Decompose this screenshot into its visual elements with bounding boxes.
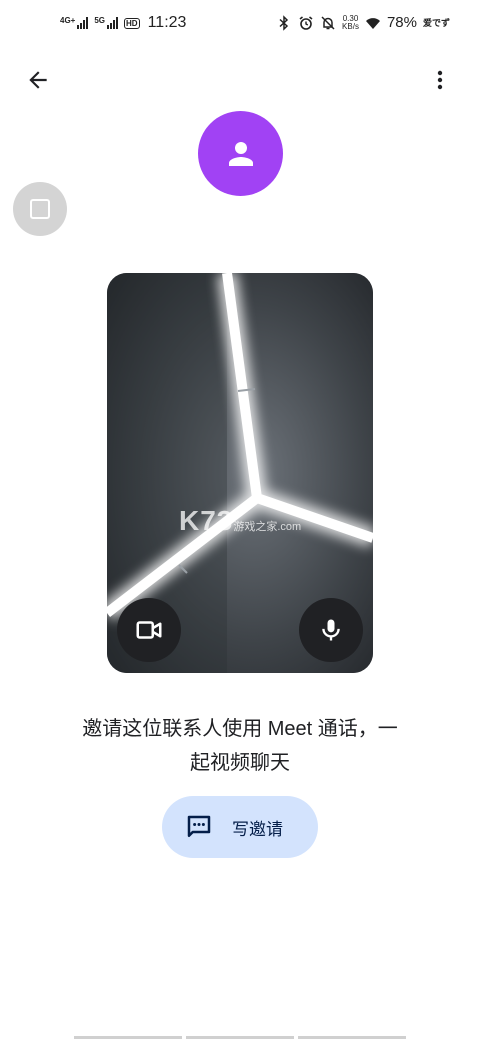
invite-message-line1: 邀请这位联系人使用 Meet 通话，一 bbox=[82, 718, 398, 740]
signal-4g-icon: 4G+ bbox=[60, 16, 89, 29]
net-speed: 0.30 KB/s bbox=[342, 14, 359, 31]
hd-icon: HD bbox=[124, 17, 140, 29]
watermark-main: K73 bbox=[179, 505, 234, 536]
contact-avatar bbox=[198, 111, 283, 196]
notifications-off-icon bbox=[321, 15, 335, 30]
battery-level: 78% bbox=[386, 14, 417, 31]
camera-toggle-button[interactable] bbox=[117, 598, 181, 662]
back-button[interactable] bbox=[20, 62, 56, 98]
carrier-logo: 爱でず bbox=[422, 18, 450, 28]
net2-label: 5G bbox=[94, 16, 106, 25]
status-left: 4G+ 5G HD 11:23 bbox=[60, 14, 186, 32]
bluetooth-icon bbox=[279, 14, 289, 31]
gesture-nav-bar bbox=[0, 1036, 480, 1040]
wifi-icon bbox=[365, 17, 380, 29]
write-invite-button[interactable]: 写邀请 bbox=[162, 796, 318, 858]
net-speed-unit: KB/s bbox=[342, 21, 359, 31]
top-app-bar bbox=[0, 56, 480, 104]
invite-message-line2: 起视频聊天 bbox=[190, 752, 290, 774]
write-invite-label: 写邀请 bbox=[232, 819, 283, 839]
invite-message: 邀请这位联系人使用 Meet 通话，一 起视频聊天 bbox=[40, 712, 440, 780]
signal-5g-icon: 5G bbox=[94, 16, 119, 29]
watermark: K73游戏之家.com bbox=[179, 505, 301, 537]
status-right: 0.30 KB/s 78% 爱でず bbox=[276, 14, 450, 31]
watermark-sub: 游戏之家 bbox=[233, 521, 278, 533]
square-icon bbox=[30, 199, 50, 219]
mic-icon bbox=[322, 619, 340, 641]
videocam-icon bbox=[136, 621, 162, 639]
arrow-back-icon bbox=[29, 71, 47, 89]
camera-preview: K73游戏之家.com bbox=[107, 273, 373, 673]
watermark-domain: .com bbox=[277, 521, 302, 533]
alarm-icon bbox=[299, 15, 313, 30]
more-vert-icon bbox=[437, 70, 443, 90]
net1-label: 4G+ bbox=[60, 16, 76, 25]
status-bar: 4G+ 5G HD 11:23 0.30 KB/s 78% 爱でず bbox=[0, 0, 480, 52]
chat-icon bbox=[184, 812, 214, 842]
floating-assist-button[interactable] bbox=[13, 182, 67, 236]
person-icon bbox=[228, 141, 253, 166]
status-time: 11:23 bbox=[147, 14, 187, 31]
more-options-button[interactable] bbox=[422, 62, 458, 98]
mic-toggle-button[interactable] bbox=[299, 598, 363, 662]
